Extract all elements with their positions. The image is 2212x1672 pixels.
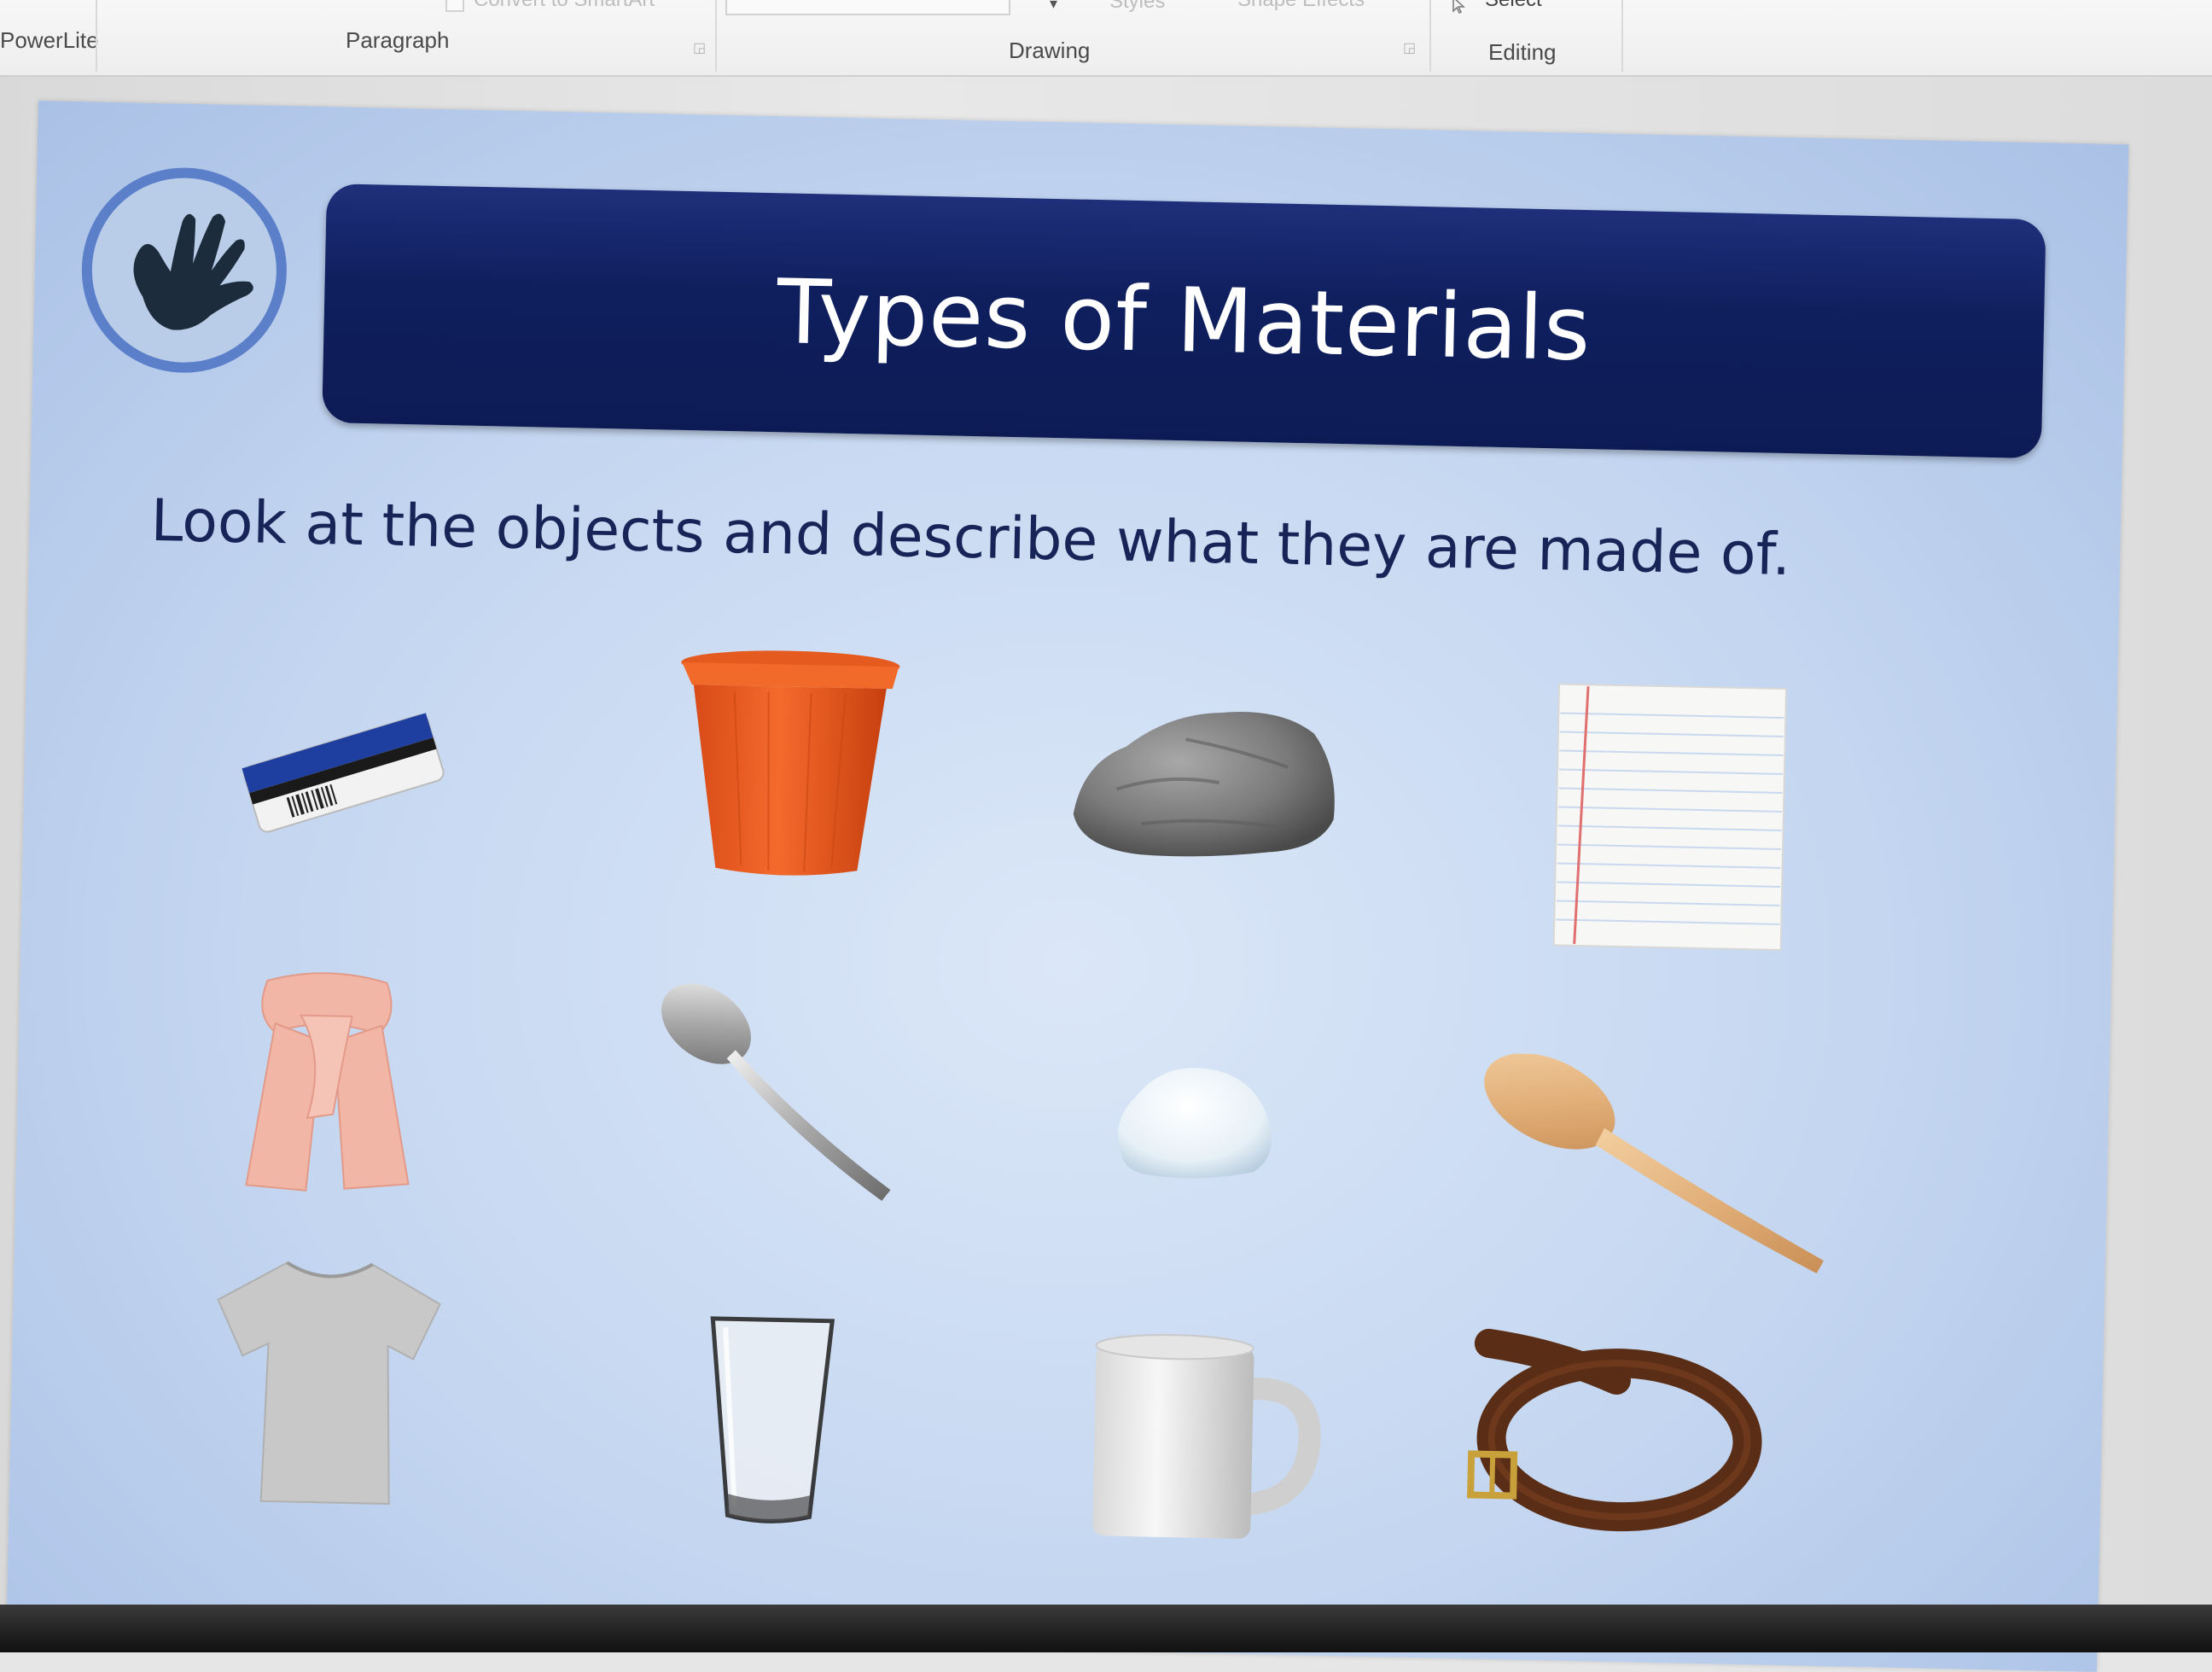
- slide-instruction[interactable]: Look at the objects and describe what th…: [150, 487, 2071, 595]
- handprint-icon: [133, 213, 253, 330]
- t-shirt-image[interactable]: [205, 1253, 449, 1514]
- convert-smartart-checkbox[interactable]: [445, 0, 464, 12]
- rock-image[interactable]: [1063, 685, 1349, 879]
- handprint-logo: [79, 166, 289, 376]
- eraser-image[interactable]: [236, 694, 453, 843]
- convert-smartart-label[interactable]: Convert to SmartArt: [474, 0, 655, 12]
- select-pointer-icon[interactable]: [1451, 0, 1468, 14]
- monitor-bezel: [0, 1605, 2212, 1652]
- plastic-cup-image[interactable]: [671, 644, 906, 888]
- select-label[interactable]: Select: [1485, 0, 1542, 12]
- paragraph-dialog-launcher-icon[interactable]: ◲: [693, 42, 706, 55]
- wooden-spoon-image[interactable]: [1474, 1053, 1837, 1283]
- shape-effects-label[interactable]: Shape Effects: [1237, 0, 1365, 12]
- group-label-powerlite: PowerLite: [0, 27, 99, 53]
- ribbon: Convert to SmartArt ▾ Styles Shape Effec…: [0, 0, 2212, 77]
- mug-image[interactable]: [1084, 1326, 1327, 1553]
- cotton-wool-image[interactable]: [1109, 1054, 1282, 1186]
- group-separator: [1429, 0, 1431, 72]
- group-separator: [1621, 0, 1623, 72]
- drinking-glass-image[interactable]: [700, 1310, 841, 1535]
- group-label-editing: Editing: [1488, 39, 1557, 65]
- metal-spoon-image[interactable]: [647, 976, 917, 1211]
- quick-styles-label[interactable]: Styles: [1109, 0, 1165, 14]
- title-banner[interactable]: Types of Materials: [322, 184, 2046, 459]
- slide-title[interactable]: Types of Materials: [323, 250, 2045, 390]
- shape-gallery[interactable]: [725, 0, 1010, 15]
- group-separator: [96, 0, 97, 72]
- chevron-down-icon[interactable]: ▾: [1050, 0, 1057, 13]
- scarf-image[interactable]: [203, 962, 447, 1206]
- group-label-paragraph: Paragraph: [346, 27, 450, 53]
- drawing-dialog-launcher-icon[interactable]: ◲: [1403, 42, 1416, 55]
- paper-sheet-image[interactable]: [1549, 679, 1794, 957]
- group-separator: [715, 0, 717, 72]
- group-label-drawing: Drawing: [1009, 38, 1091, 63]
- slide-canvas[interactable]: Types of Materials Look at the objects a…: [6, 101, 2129, 1672]
- belt-image[interactable]: [1451, 1325, 1779, 1554]
